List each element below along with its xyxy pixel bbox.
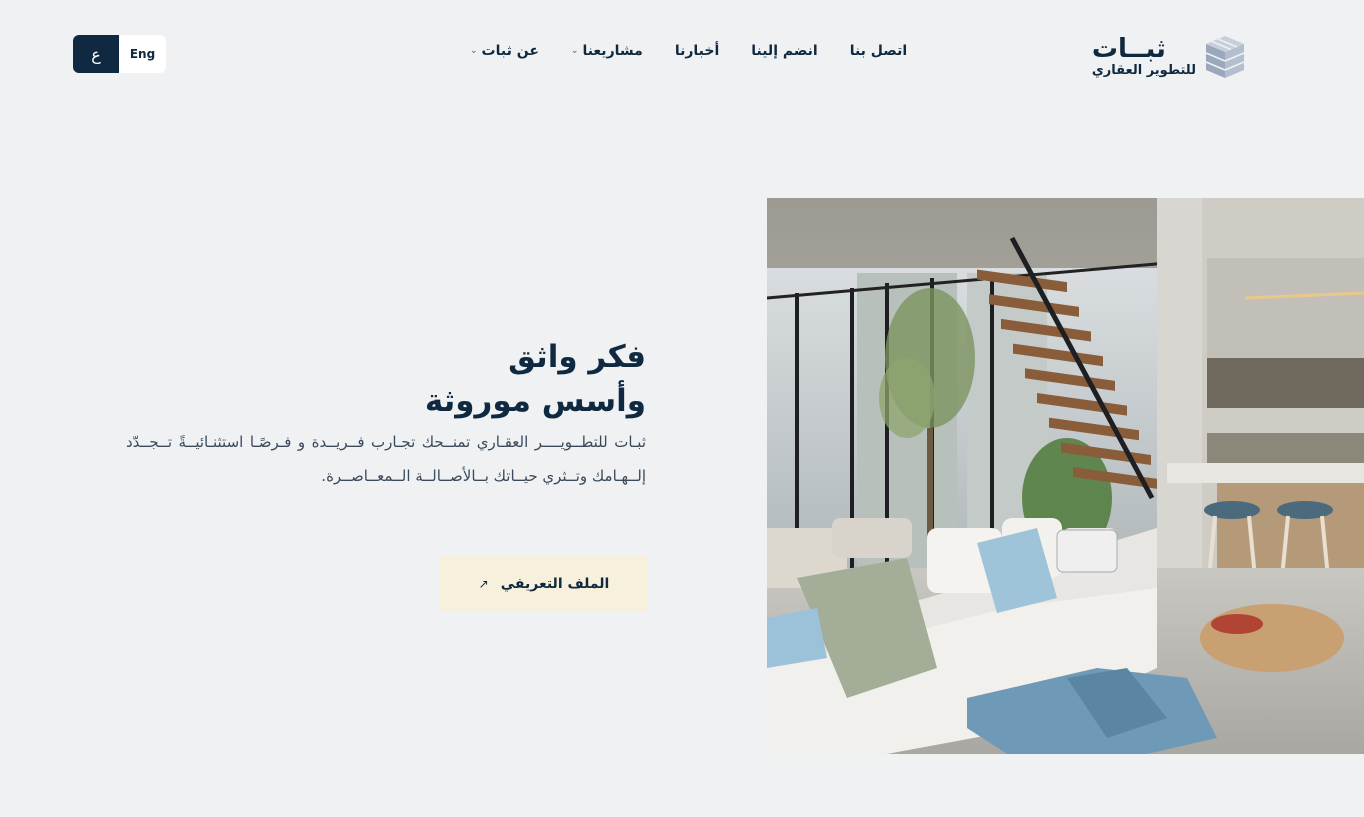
hero-title-line2: وأسس موروثة: [424, 383, 646, 419]
nav-join-label: انضم إلينا: [751, 43, 818, 59]
lang-arabic-button[interactable]: ع: [73, 35, 119, 73]
lang-english-button[interactable]: Eng: [119, 35, 166, 73]
hero-title-line1: فكر واثق: [508, 339, 646, 375]
company-profile-button[interactable]: الملف التعريفي ↗: [440, 556, 648, 612]
nav-projects[interactable]: مشاريعنا ⌄: [571, 43, 643, 59]
nav-contact[interactable]: اتصل بنا: [850, 43, 907, 59]
hero-description: ثبـات للتطــويــــر العقـاري تمنــحك تجـ…: [126, 433, 646, 485]
site-header: ع Eng عن ثبات ⌄ مشاريعنا ⌄ أخبارنا انضم …: [0, 0, 1364, 110]
nav-news[interactable]: أخبارنا: [675, 43, 719, 59]
nav-join-us[interactable]: انضم إلينا: [751, 43, 817, 59]
nav-projects-label: مشاريعنا: [582, 43, 643, 59]
logo-text: ثبــات للتطوير العقاري: [1092, 35, 1196, 79]
main-nav: عن ثبات ⌄ مشاريعنا ⌄ أخبارنا انضم إلينا …: [470, 38, 907, 64]
hero-text: فكر واثق وأسس موروثة ثبـات للتطــويــــر…: [126, 335, 646, 493]
logo-subtitle: للتطوير العقاري: [1091, 63, 1196, 78]
company-profile-label: الملف التعريفي: [500, 576, 610, 592]
arrow-up-right-icon: ↗: [478, 577, 489, 591]
language-switcher: ع Eng: [73, 35, 166, 73]
chevron-down-icon: ⌄: [570, 45, 579, 56]
nav-contact-label: اتصل بنا: [849, 43, 908, 59]
hero-interior-image: [767, 198, 1364, 754]
logo-cube-icon: [1205, 36, 1245, 78]
nav-about-label: عن ثبات: [481, 43, 539, 59]
site-logo[interactable]: ثبــات للتطوير العقاري: [1092, 32, 1246, 82]
living-room-illustration: [767, 198, 1364, 754]
logo-name: ثبــات: [1091, 34, 1166, 64]
nav-news-label: أخبارنا: [674, 43, 720, 59]
nav-about[interactable]: عن ثبات ⌄: [470, 43, 539, 59]
chevron-down-icon: ⌄: [470, 45, 478, 56]
